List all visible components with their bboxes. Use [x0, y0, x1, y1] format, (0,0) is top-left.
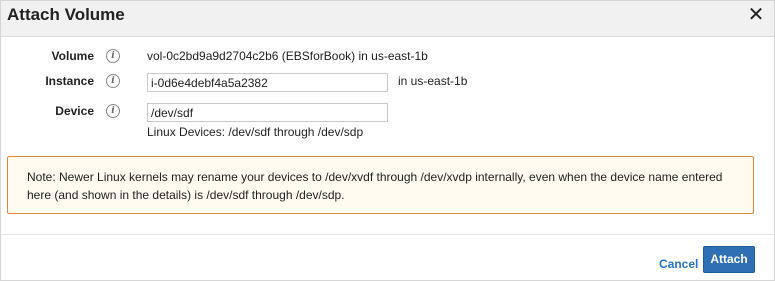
dialog-title: Attach Volume — [7, 5, 125, 24]
cancel-button[interactable]: Cancel — [659, 256, 698, 272]
close-icon[interactable]: ✕ — [746, 4, 766, 26]
attach-volume-dialog: Attach Volume ✕ Volume i vol-0c2bd9a9d27… — [0, 0, 775, 281]
device-info-icon[interactable]: i — [106, 104, 120, 118]
device-input[interactable] — [147, 103, 388, 122]
device-label: Device — [55, 104, 94, 118]
instance-label: Instance — [45, 74, 94, 88]
volume-info-icon[interactable]: i — [106, 49, 120, 63]
instance-input[interactable] — [147, 73, 388, 92]
device-hint: Linux Devices: /dev/sdf through /dev/sdp — [147, 125, 364, 139]
footer-divider — [1, 234, 774, 235]
volume-label: Volume — [51, 49, 94, 63]
instance-info-icon[interactable]: i — [106, 74, 120, 88]
attach-button[interactable]: Attach — [703, 246, 755, 273]
instance-zone-text: in us-east-1b — [398, 74, 468, 88]
volume-value: vol-0c2bd9a9d2704c2b6 (EBSforBook) in us… — [147, 49, 428, 63]
dialog-header: Attach Volume ✕ — [1, 1, 774, 37]
kernel-note-text: Note: Newer Linux kernels may rename you… — [27, 170, 723, 202]
kernel-note-box: Note: Newer Linux kernels may rename you… — [7, 156, 754, 214]
